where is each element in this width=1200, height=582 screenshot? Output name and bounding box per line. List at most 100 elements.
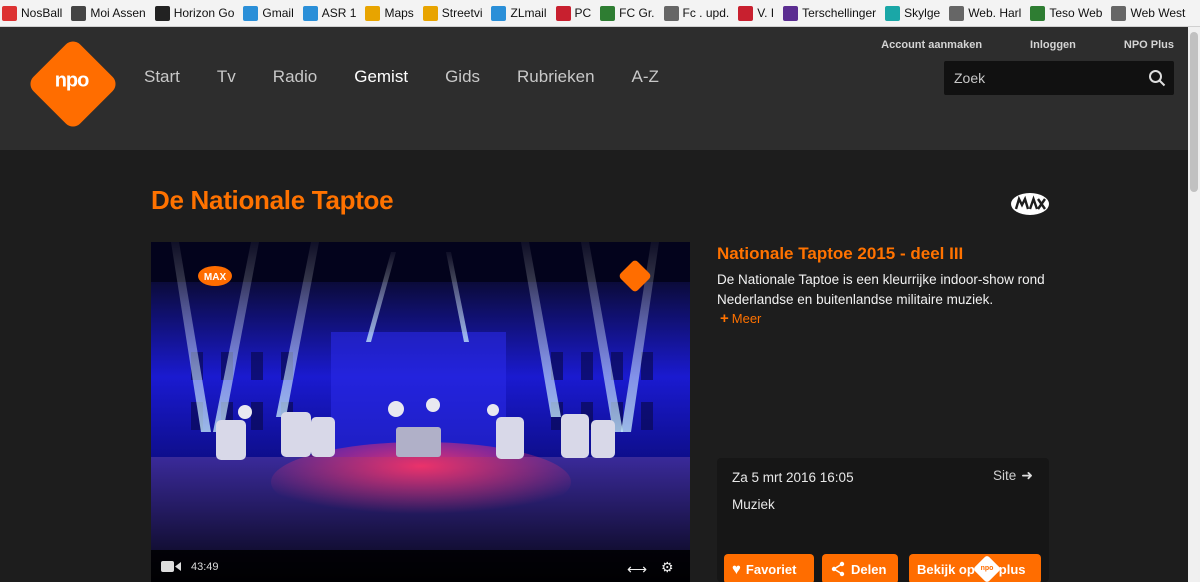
bookmark-label: FC Gr. xyxy=(619,6,655,20)
bookmark-item[interactable]: Web. Harl xyxy=(949,3,1021,23)
globe-icon xyxy=(243,5,259,21)
video-controls: 43:49 ⟷ ⚙ xyxy=(151,552,690,582)
flag-icon xyxy=(783,5,799,21)
site-link[interactable]: Site ➜ xyxy=(993,467,1033,484)
nav-radio[interactable]: Radio xyxy=(273,67,317,87)
nav-gids[interactable]: Gids xyxy=(445,67,480,87)
nos-icon xyxy=(2,5,17,21)
genre-label: Muziek xyxy=(732,497,775,512)
video-camera-icon xyxy=(161,561,181,572)
arrow-right-icon: ➜ xyxy=(1021,467,1033,483)
bookmark-item[interactable]: Web West xyxy=(1111,3,1185,23)
bookmark-label: Teso Web xyxy=(1049,6,1103,20)
doc-icon xyxy=(663,5,679,21)
streetview-icon xyxy=(422,5,438,21)
globe-icon xyxy=(491,5,507,21)
fc-icon xyxy=(600,5,616,21)
npo-logo[interactable]: npo xyxy=(26,37,120,131)
bookmark-label: Streetvi xyxy=(441,6,483,20)
bookmark-item[interactable]: Terschellinger xyxy=(783,3,876,23)
bookmark-label: ASR 1 xyxy=(321,6,357,20)
bookmark-label: Terschellinger xyxy=(802,6,877,20)
account-links: Account aanmaken Inloggen NPO Plus xyxy=(833,39,1174,51)
bookmark-label: Fc . upd. xyxy=(682,6,730,20)
share-button[interactable]: Delen xyxy=(822,554,898,582)
video-thumbnail: MAX xyxy=(151,242,690,582)
bookmark-item[interactable]: Fc . upd. xyxy=(663,3,730,23)
bookmark-label: PC xyxy=(574,6,592,20)
bookmark-item[interactable]: Streetvi xyxy=(422,3,483,23)
video-player[interactable]: MAX 43:49 ⟷ ⚙ xyxy=(151,242,690,582)
login-link[interactable]: Inloggen xyxy=(1030,39,1076,51)
plus-icon: + xyxy=(720,310,729,327)
share-label: Delen xyxy=(851,561,887,577)
maps-icon xyxy=(365,5,381,21)
globe-icon xyxy=(302,5,318,21)
nav-gemist[interactable]: Gemist xyxy=(354,67,408,87)
bookmark-item[interactable]: Horizon Go xyxy=(154,3,235,23)
bookmark-item[interactable]: Maps xyxy=(365,3,414,23)
vi-icon xyxy=(738,5,754,21)
bookmark-item[interactable]: Gmail xyxy=(243,3,294,23)
bookmarks-bar: NosBall Moi Assen Horizon Go Gmail ASR 1 Maps… xyxy=(0,0,1200,27)
horizon-icon xyxy=(154,5,170,21)
bookmark-item[interactable]: FC Gr. xyxy=(600,3,655,23)
fullscreen-icon[interactable]: ⟷ xyxy=(627,561,647,578)
bookmark-item[interactable]: PC xyxy=(555,3,592,23)
bookmark-label: Moi Assen xyxy=(90,6,146,20)
site-label: Site xyxy=(993,468,1017,483)
more-label: Meer xyxy=(731,311,762,326)
nav-a-z[interactable]: A-Z xyxy=(632,67,659,87)
bookmark-label: Web West xyxy=(1130,6,1186,20)
teso-icon xyxy=(1030,5,1046,21)
bookmark-label: Skylge xyxy=(904,6,941,20)
search-input[interactable] xyxy=(944,70,1139,86)
program-title: De Nationale Taptoe xyxy=(151,185,394,215)
doc-icon xyxy=(949,5,965,21)
share-icon xyxy=(831,561,845,577)
watch-on-npo-plus-button[interactable]: Bekijk op npo plus xyxy=(909,554,1041,582)
bookmark-item[interactable]: NosBall xyxy=(2,3,62,23)
bookmark-item[interactable]: ASR 1 xyxy=(302,3,357,23)
favorite-button[interactable]: ♥ Favoriet xyxy=(724,554,814,582)
max-logo-icon[interactable] xyxy=(1010,192,1050,216)
broadcast-date: Za 5 mrt 2016 16:05 xyxy=(732,470,854,485)
bookmark-label: NosBall xyxy=(21,6,63,20)
bookmark-label: Maps xyxy=(384,6,414,20)
page: NosBall Moi Assen Horizon Go Gmail ASR 1 Maps… xyxy=(0,0,1200,582)
bookmark-item[interactable]: V. I xyxy=(738,3,774,23)
npo-logo-text: npo xyxy=(55,69,89,92)
video-duration: 43:49 xyxy=(191,561,219,573)
watch-label-suffix: plus xyxy=(998,561,1026,577)
doc-icon xyxy=(1111,5,1127,21)
bookmark-label: Gmail xyxy=(262,6,294,20)
nav-rubrieken[interactable]: Rubrieken xyxy=(517,67,595,87)
episode-title[interactable]: Nationale Taptoe 2015 - deel III xyxy=(717,244,963,264)
svg-text:MAX: MAX xyxy=(204,272,227,283)
bookmark-label: V. I xyxy=(757,6,775,20)
account-create-link[interactable]: Account aanmaken xyxy=(881,39,982,51)
nav-start[interactable]: Start xyxy=(144,67,180,87)
bookmark-label: ZLmail xyxy=(510,6,547,20)
bookmark-label: Horizon Go xyxy=(173,6,235,20)
npo-plus-logo-icon: npo xyxy=(972,554,1001,582)
page-scrollbar[interactable] xyxy=(1188,27,1200,582)
bookmark-item[interactable]: Skylge xyxy=(885,3,940,23)
bookmark-item[interactable]: Teso Web xyxy=(1030,3,1102,23)
nav-tv[interactable]: Tv xyxy=(217,67,236,87)
bookmark-item[interactable]: Moi Assen xyxy=(71,3,146,23)
s-icon xyxy=(885,5,901,21)
pc-icon xyxy=(555,5,571,21)
site-header: npo Start Tv Radio Gemist Gids Rubrieken… xyxy=(0,27,1200,150)
episode-description: De Nationale Taptoe is een kleurrijke in… xyxy=(717,272,1045,307)
scrollbar-thumb[interactable] xyxy=(1190,32,1198,192)
more-link[interactable]: + Meer xyxy=(720,310,761,327)
bookmark-item[interactable]: ZLmail xyxy=(491,3,547,23)
search-box xyxy=(944,61,1174,95)
bookmark-label: Web. Harl xyxy=(968,6,1022,20)
npo-plus-link[interactable]: NPO Plus xyxy=(1124,39,1174,51)
main-nav: Start Tv Radio Gemist Gids Rubrieken A-Z xyxy=(144,67,696,87)
favorite-label: Favoriet xyxy=(745,561,797,577)
gear-icon[interactable]: ⚙ xyxy=(661,559,674,576)
search-icon[interactable] xyxy=(1148,69,1166,87)
